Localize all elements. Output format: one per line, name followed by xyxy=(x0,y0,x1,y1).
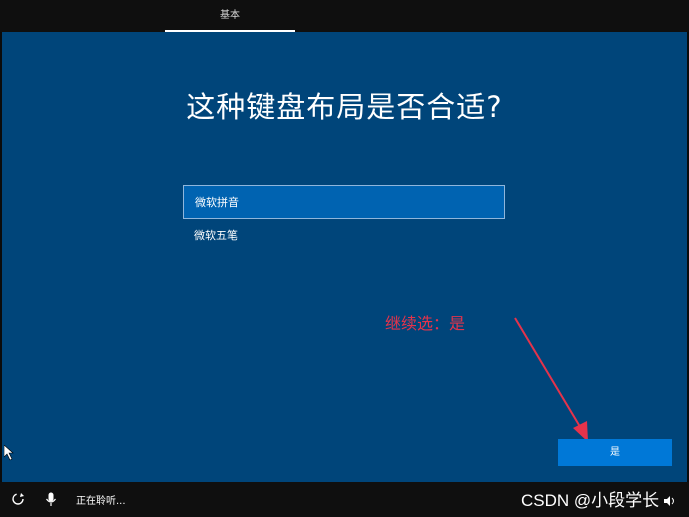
annotation-arrow xyxy=(514,317,588,442)
tab-basics[interactable]: 基本 xyxy=(165,0,295,31)
oobe-panel: 这种键盘布局是否合适? 微软拼音 微软五笔 继续选：是 是 xyxy=(2,32,687,482)
accessibility-icon[interactable] xyxy=(11,492,25,506)
bottom-bar: 正在聆听... CSDN @小段学长 xyxy=(0,482,689,517)
volume-icon[interactable] xyxy=(664,496,676,506)
top-bar: 基本 xyxy=(0,0,689,32)
watermark-text: CSDN @小段学长 xyxy=(521,491,660,510)
yes-button[interactable]: 是 xyxy=(558,439,672,466)
listening-status: 正在聆听... xyxy=(76,496,126,507)
mouse-cursor-icon xyxy=(4,445,14,461)
microphone-icon[interactable] xyxy=(45,492,57,507)
